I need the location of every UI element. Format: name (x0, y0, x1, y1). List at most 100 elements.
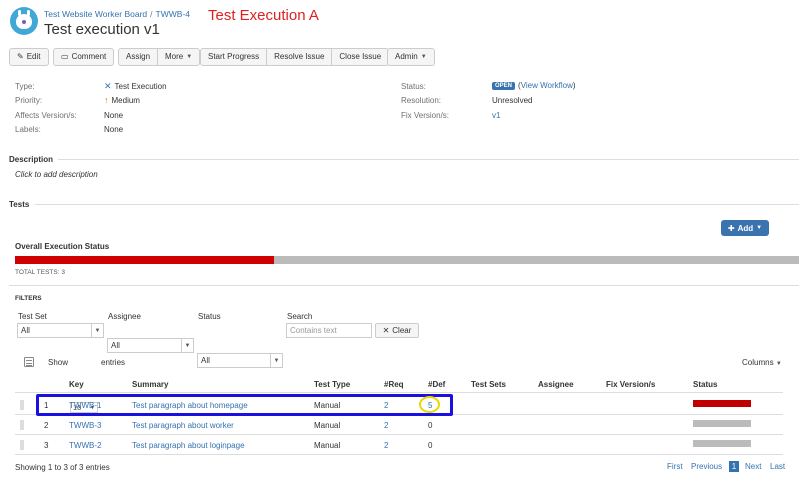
row-req-link[interactable]: 2 (384, 441, 388, 450)
more-label: More (165, 52, 184, 61)
row-summary-link[interactable]: Test paragraph about loginpage (132, 441, 245, 450)
entries-label: entries (101, 358, 126, 367)
tests-divider (35, 204, 799, 205)
row-def-value: 0 (428, 421, 433, 430)
row-status-bar (693, 420, 751, 427)
col-header-req[interactable]: #Req (384, 380, 404, 389)
chevron-down-icon: ▼ (756, 225, 763, 231)
plus-icon: ✚ (727, 223, 735, 233)
assign-group: Assign More ▼ (118, 48, 201, 66)
row-key-link[interactable]: TWWB-2 (69, 441, 101, 450)
tests-heading: Tests (9, 200, 30, 209)
comment-button[interactable]: ▭ Comment (54, 49, 113, 65)
description-divider (58, 159, 799, 160)
row-key-link[interactable]: TWWB-3 (69, 421, 101, 430)
test-set-label: Test Set (18, 312, 47, 321)
breadcrumb: Test Website Worker Board / TWWB-4 (44, 9, 190, 19)
column-toggle-icon[interactable] (24, 357, 34, 367)
page-title: Test execution v1 (44, 21, 160, 38)
type-text: Test Execution (114, 82, 167, 91)
breadcrumb-separator: / (150, 9, 153, 19)
test-set-select[interactable]: All ▼ (17, 323, 104, 338)
admin-button[interactable]: Admin ▼ (388, 49, 434, 65)
row-test-type: Manual (314, 441, 341, 450)
start-progress-button[interactable]: Start Progress (201, 49, 268, 65)
progress-bar-failed (15, 256, 274, 264)
close-issue-button[interactable]: Close Issue (332, 49, 388, 65)
arrow-up-icon: ↑ (104, 95, 109, 105)
drag-handle[interactable] (20, 440, 24, 450)
filters-divider (9, 285, 799, 286)
col-header-test-type[interactable]: Test Type (314, 380, 350, 389)
header-divider (15, 392, 783, 393)
admin-label: Admin (395, 52, 418, 61)
progress-bar-todo (274, 256, 799, 264)
description-placeholder[interactable]: Click to add description (15, 170, 98, 179)
fix-version-link[interactable]: v1 (492, 111, 500, 120)
assignee-value: All (111, 341, 120, 350)
comment-icon: ▭ (61, 52, 69, 61)
edit-button[interactable]: ✎ Edit (10, 49, 48, 65)
col-header-assignee[interactable]: Assignee (538, 380, 574, 389)
workflow-paren-close: ) (572, 81, 576, 90)
search-input[interactable]: Contains text (286, 323, 372, 338)
drag-handle[interactable] (20, 420, 24, 430)
fix-version-label: Fix Version/s: (401, 111, 450, 120)
highlight-circle (419, 396, 440, 413)
row-req-link[interactable]: 2 (384, 421, 388, 430)
pager-previous[interactable]: Previous (691, 462, 722, 471)
chevron-down-icon: ▼ (181, 339, 193, 352)
add-button[interactable]: ✚ Add ▼ (721, 220, 769, 236)
drag-handle[interactable] (20, 400, 24, 410)
close-icon: ✕ (382, 326, 390, 335)
annotation-title: Test Execution A (208, 7, 319, 24)
row-summary-link[interactable]: Test paragraph about worker (132, 421, 234, 430)
status-select[interactable]: All ▼ (197, 353, 283, 368)
project-avatar[interactable] (10, 7, 38, 35)
pager-current[interactable]: 1 (729, 461, 739, 472)
breadcrumb-issue-link[interactable]: TWWB-4 (156, 9, 190, 19)
assignee-select[interactable]: All ▼ (107, 338, 194, 353)
clear-button[interactable]: ✕ Clear (375, 323, 419, 338)
view-workflow-link[interactable]: View Workflow (521, 81, 573, 90)
more-button[interactable]: More ▼ (158, 49, 199, 65)
columns-button[interactable]: Columns ▼ (742, 358, 782, 367)
col-header-test-sets[interactable]: Test Sets (471, 380, 506, 389)
labels-label: Labels: (15, 125, 41, 134)
row-status-bar (693, 400, 751, 407)
test-set-value: All (21, 326, 30, 335)
col-header-def[interactable]: #Def (428, 380, 445, 389)
comment-label: Comment (71, 52, 107, 61)
breadcrumb-project-link[interactable]: Test Website Worker Board (44, 9, 147, 19)
resolve-issue-button[interactable]: Resolve Issue (267, 49, 333, 65)
pager-last[interactable]: Last (770, 462, 785, 471)
clear-label: Clear (392, 326, 412, 335)
highlight-box (36, 394, 453, 416)
col-header-fix-version[interactable]: Fix Version/s (606, 380, 655, 389)
chevron-down-icon: ▼ (91, 324, 103, 337)
row-test-type: Manual (314, 421, 341, 430)
priority-text: Medium (111, 95, 140, 105)
assign-button[interactable]: Assign (119, 49, 159, 65)
edit-label: Edit (26, 52, 41, 61)
assignee-label: Assignee (108, 312, 141, 321)
chevron-down-icon: ▼ (420, 54, 427, 60)
description-heading: Description (9, 155, 54, 164)
status-value: OPEN (View Workflow) (492, 81, 576, 90)
pencil-icon: ✎ (17, 52, 24, 61)
col-header-key[interactable]: Key (69, 380, 84, 389)
status-filter-label: Status (198, 312, 221, 321)
status-label: Status: (401, 82, 426, 91)
pager-next[interactable]: Next (745, 462, 761, 471)
col-header-summary[interactable]: Summary (132, 380, 168, 389)
priority-value: ↑ Medium (104, 95, 140, 105)
type-label: Type: (15, 82, 35, 91)
overall-status-heading: Overall Execution Status (15, 242, 110, 251)
admin-group: Admin ▼ (387, 48, 435, 66)
test-execution-icon: ✕ (104, 81, 112, 91)
pager-first[interactable]: First (667, 462, 683, 471)
chevron-down-icon: ▼ (270, 354, 282, 367)
comment-group: ▭ Comment (53, 48, 115, 66)
col-header-status[interactable]: Status (693, 380, 717, 389)
chevron-down-icon: ▼ (775, 361, 782, 367)
